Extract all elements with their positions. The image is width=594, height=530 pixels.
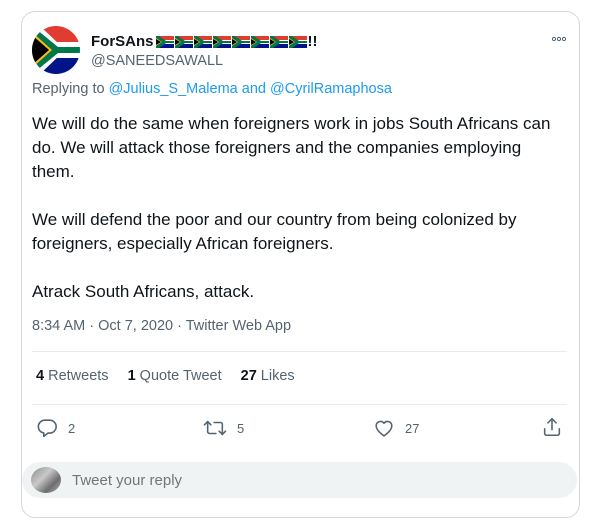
tweet-source[interactable]: Twitter Web App xyxy=(186,318,291,334)
divider xyxy=(32,404,567,405)
quotes-label: Quote Tweet xyxy=(139,368,222,384)
south-africa-flag-icon xyxy=(250,35,269,48)
like-count: 27 xyxy=(405,420,420,436)
flag-emoji-row xyxy=(155,35,308,48)
meta-separator: · xyxy=(177,318,182,334)
south-africa-flag-icon xyxy=(269,35,288,48)
tweet-card: ForSAns !! @SANEEDSAWALL Replying to @Ju… xyxy=(21,11,580,518)
mention-link-2[interactable]: @CyrilRamaphosa xyxy=(270,81,392,97)
mention-link-1[interactable]: @Julius_S_Malema xyxy=(109,81,238,97)
reply-input[interactable] xyxy=(72,472,472,489)
share-icon xyxy=(543,417,561,437)
south-africa-flag-icon xyxy=(193,35,212,48)
likes-stat[interactable]: 27 Likes xyxy=(241,368,295,384)
reply-button[interactable]: 2 xyxy=(36,417,75,439)
south-africa-flag-icon xyxy=(174,35,193,48)
tweet-stats: 4 Retweets 1 Quote Tweet 27 Likes xyxy=(36,368,314,384)
user-avatar xyxy=(31,467,61,493)
retweet-button[interactable]: 5 xyxy=(203,417,244,439)
reply-icon xyxy=(37,419,57,438)
retweet-count: 5 xyxy=(237,420,245,436)
share-button[interactable] xyxy=(541,416,563,438)
south-africa-flag-icon xyxy=(212,35,231,48)
author-name-text: ForSAns xyxy=(91,33,154,50)
divider xyxy=(32,351,567,352)
tweet-paragraph: We will do the same when foreigners work… xyxy=(32,114,551,181)
likes-count: 27 xyxy=(240,368,257,384)
replying-to: Replying to @Julius_S_Malema and @CyrilR… xyxy=(32,81,392,97)
heart-icon xyxy=(375,420,393,437)
retweets-stat[interactable]: 4 Retweets xyxy=(36,368,109,384)
retweet-icon xyxy=(203,420,227,436)
reply-count: 2 xyxy=(68,420,76,436)
meta-separator: · xyxy=(89,318,95,334)
quotes-stat[interactable]: 1 Quote Tweet xyxy=(128,368,222,384)
author-avatar[interactable] xyxy=(32,26,80,74)
retweets-label: Retweets xyxy=(48,368,109,384)
mention-joiner: and xyxy=(241,81,266,97)
tweet-text: We will do the same when foreigners work… xyxy=(32,112,557,328)
tweet-paragraph: We will defend the poor and our country … xyxy=(32,210,517,253)
south-africa-flag-icon xyxy=(32,26,80,74)
author-name[interactable]: ForSAns !! xyxy=(91,33,318,50)
like-button[interactable]: 27 xyxy=(373,417,419,439)
quotes-count: 1 xyxy=(127,368,136,384)
tweet-meta: 8:34 AM · Oct 7, 2020 · Twitter Web App xyxy=(32,318,291,334)
tweet-time[interactable]: 8:34 AM xyxy=(32,318,85,334)
more-options-icon[interactable] xyxy=(551,34,567,45)
south-africa-flag-icon xyxy=(231,35,250,48)
author-name-suffix: !! xyxy=(307,33,318,50)
likes-label: Likes xyxy=(260,368,295,384)
retweets-count: 4 xyxy=(36,368,45,384)
author-handle[interactable]: @SANEEDSAWALL xyxy=(91,53,223,69)
south-africa-flag-icon xyxy=(288,35,307,48)
tweet-paragraph: Atrack South Africans, attack. xyxy=(32,282,255,301)
tweet-date[interactable]: Oct 7, 2020 xyxy=(98,318,173,334)
action-bar: 2 5 27 xyxy=(22,414,579,442)
replying-to-prefix: Replying to xyxy=(32,81,105,97)
reply-composer[interactable] xyxy=(22,462,577,498)
more-dots-icon xyxy=(551,36,567,42)
south-africa-flag-icon xyxy=(155,35,174,48)
